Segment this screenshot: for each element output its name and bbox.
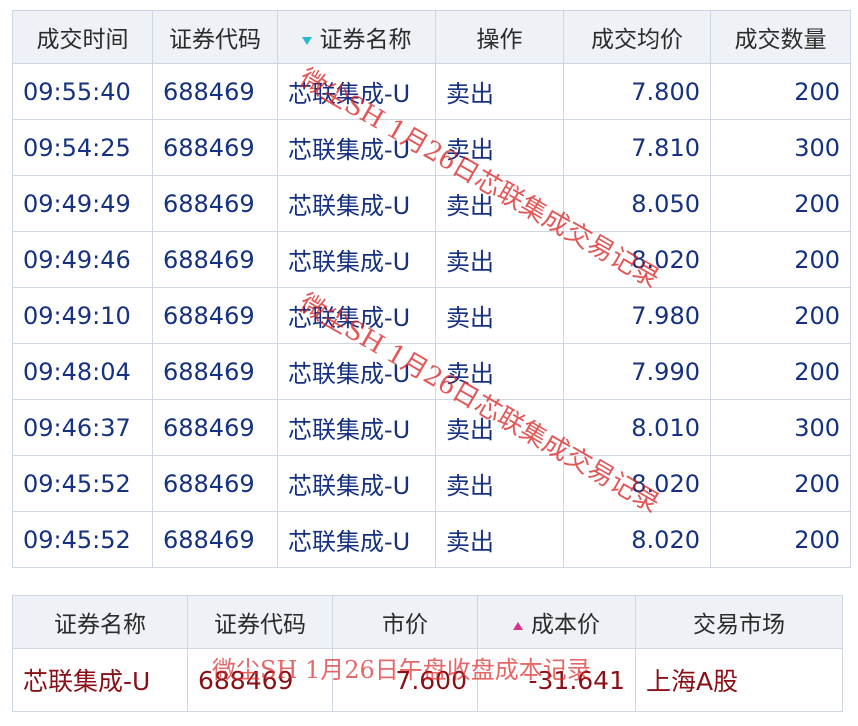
avg-price-cell: 7.800 — [563, 63, 711, 120]
trade-time-cell: 09:46:37 — [12, 399, 153, 456]
quantity-cell: 300 — [710, 119, 851, 176]
security-code-cell: 688469 — [152, 343, 278, 400]
holding-cost-price: -31.641 — [477, 648, 636, 712]
quantity-cell: 200 — [710, 511, 851, 568]
quantity-cell: 200 — [710, 455, 851, 512]
security-name-cell: 芯联集成-U — [277, 511, 436, 568]
quantity-cell: 200 — [710, 343, 851, 400]
security-name-cell: 芯联集成-U — [277, 175, 436, 232]
security-code-cell: 688469 — [152, 511, 278, 568]
sort-descending-icon — [301, 36, 312, 45]
col-header-cost-price[interactable]: 成本价 — [477, 595, 636, 649]
holding-row[interactable]: 芯联集成-U 688469 7.600 -31.641 上海A股 — [12, 648, 843, 712]
avg-price-cell: 8.010 — [563, 399, 711, 456]
trade-row[interactable]: 09:46:37 688469 芯联集成-U 卖出 8.010 300 — [12, 399, 851, 456]
security-name-cell: 芯联集成-U — [277, 231, 436, 288]
holding-code: 688469 — [187, 648, 333, 712]
trade-time-cell: 09:49:46 — [12, 231, 153, 288]
quantity-cell: 200 — [710, 63, 851, 120]
operation-cell: 卖出 — [435, 119, 564, 176]
security-code-cell: 688469 — [152, 119, 278, 176]
avg-price-cell: 8.020 — [563, 231, 711, 288]
sort-ascending-icon — [513, 621, 523, 630]
quantity-cell: 200 — [710, 287, 851, 344]
trade-row[interactable]: 09:45:52 688469 芯联集成-U 卖出 8.020 200 — [12, 455, 851, 512]
col-header-avg-price[interactable]: 成交均价 — [563, 10, 711, 64]
trade-time-cell: 09:49:49 — [12, 175, 153, 232]
security-name-cell: 芯联集成-U — [277, 343, 436, 400]
operation-cell: 卖出 — [435, 231, 564, 288]
avg-price-cell: 7.980 — [563, 287, 711, 344]
holding-name: 芯联集成-U — [12, 648, 188, 712]
trade-time-cell: 09:55:40 — [12, 63, 153, 120]
trade-row[interactable]: 09:49:10 688469 芯联集成-U 卖出 7.980 200 — [12, 287, 851, 344]
security-code-cell: 688469 — [152, 63, 278, 120]
col-header-security-name[interactable]: 证券名称 — [277, 10, 436, 64]
trade-time-cell: 09:49:10 — [12, 287, 153, 344]
holding-market-price: 7.600 — [332, 648, 478, 712]
security-name-cell: 芯联集成-U — [277, 287, 436, 344]
trade-time-cell: 09:45:52 — [12, 455, 153, 512]
col-header-operation[interactable]: 操作 — [435, 10, 564, 64]
avg-price-cell: 7.990 — [563, 343, 711, 400]
trade-time-cell: 09:54:25 — [12, 119, 153, 176]
security-code-cell: 688469 — [152, 175, 278, 232]
trade-row[interactable]: 09:49:49 688469 芯联集成-U 卖出 8.050 200 — [12, 175, 851, 232]
avg-price-cell: 8.020 — [563, 511, 711, 568]
security-name-cell: 芯联集成-U — [277, 399, 436, 456]
trade-row[interactable]: 09:45:52 688469 芯联集成-U 卖出 8.020 200 — [12, 511, 851, 568]
security-code-cell: 688469 — [152, 231, 278, 288]
operation-cell: 卖出 — [435, 63, 564, 120]
trade-table-header: 成交时间 证券代码 证券名称 操作 成交均价 成交数量 — [12, 10, 851, 64]
holdings-table-header: 证券名称 证券代码 市价 成本价 交易市场 — [12, 595, 843, 649]
operation-cell: 卖出 — [435, 455, 564, 512]
trade-time-cell: 09:48:04 — [12, 343, 153, 400]
holdings-table: 证券名称 证券代码 市价 成本价 交易市场 芯联集成-U 688469 7.60… — [12, 595, 843, 712]
operation-cell: 卖出 — [435, 399, 564, 456]
security-code-cell: 688469 — [152, 287, 278, 344]
col-header-market-price[interactable]: 市价 — [332, 595, 478, 649]
quantity-cell: 200 — [710, 175, 851, 232]
col-header-security-code[interactable]: 证券代码 — [187, 595, 333, 649]
security-name-cell: 芯联集成-U — [277, 119, 436, 176]
holding-market: 上海A股 — [635, 648, 843, 712]
quantity-cell: 200 — [710, 231, 851, 288]
quantity-cell: 300 — [710, 399, 851, 456]
security-code-cell: 688469 — [152, 399, 278, 456]
col-header-quantity[interactable]: 成交数量 — [710, 10, 851, 64]
operation-cell: 卖出 — [435, 343, 564, 400]
trade-records-table: 成交时间 证券代码 证券名称 操作 成交均价 成交数量 09:55:40 6884… — [12, 10, 851, 568]
trade-time-cell: 09:45:52 — [12, 511, 153, 568]
col-header-security-name[interactable]: 证券名称 — [12, 595, 188, 649]
avg-price-cell: 8.050 — [563, 175, 711, 232]
col-header-security-code[interactable]: 证券代码 — [152, 10, 278, 64]
trade-row[interactable]: 09:49:46 688469 芯联集成-U 卖出 8.020 200 — [12, 231, 851, 288]
avg-price-cell: 7.810 — [563, 119, 711, 176]
col-header-trade-time[interactable]: 成交时间 — [12, 10, 153, 64]
col-header-market[interactable]: 交易市场 — [635, 595, 843, 649]
operation-cell: 卖出 — [435, 175, 564, 232]
security-name-cell: 芯联集成-U — [277, 63, 436, 120]
operation-cell: 卖出 — [435, 287, 564, 344]
trade-row[interactable]: 09:48:04 688469 芯联集成-U 卖出 7.990 200 — [12, 343, 851, 400]
trade-row[interactable]: 09:54:25 688469 芯联集成-U 卖出 7.810 300 — [12, 119, 851, 176]
security-code-cell: 688469 — [152, 455, 278, 512]
avg-price-cell: 8.020 — [563, 455, 711, 512]
operation-cell: 卖出 — [435, 511, 564, 568]
security-name-cell: 芯联集成-U — [277, 455, 436, 512]
trade-row[interactable]: 09:55:40 688469 芯联集成-U 卖出 7.800 200 — [12, 63, 851, 120]
